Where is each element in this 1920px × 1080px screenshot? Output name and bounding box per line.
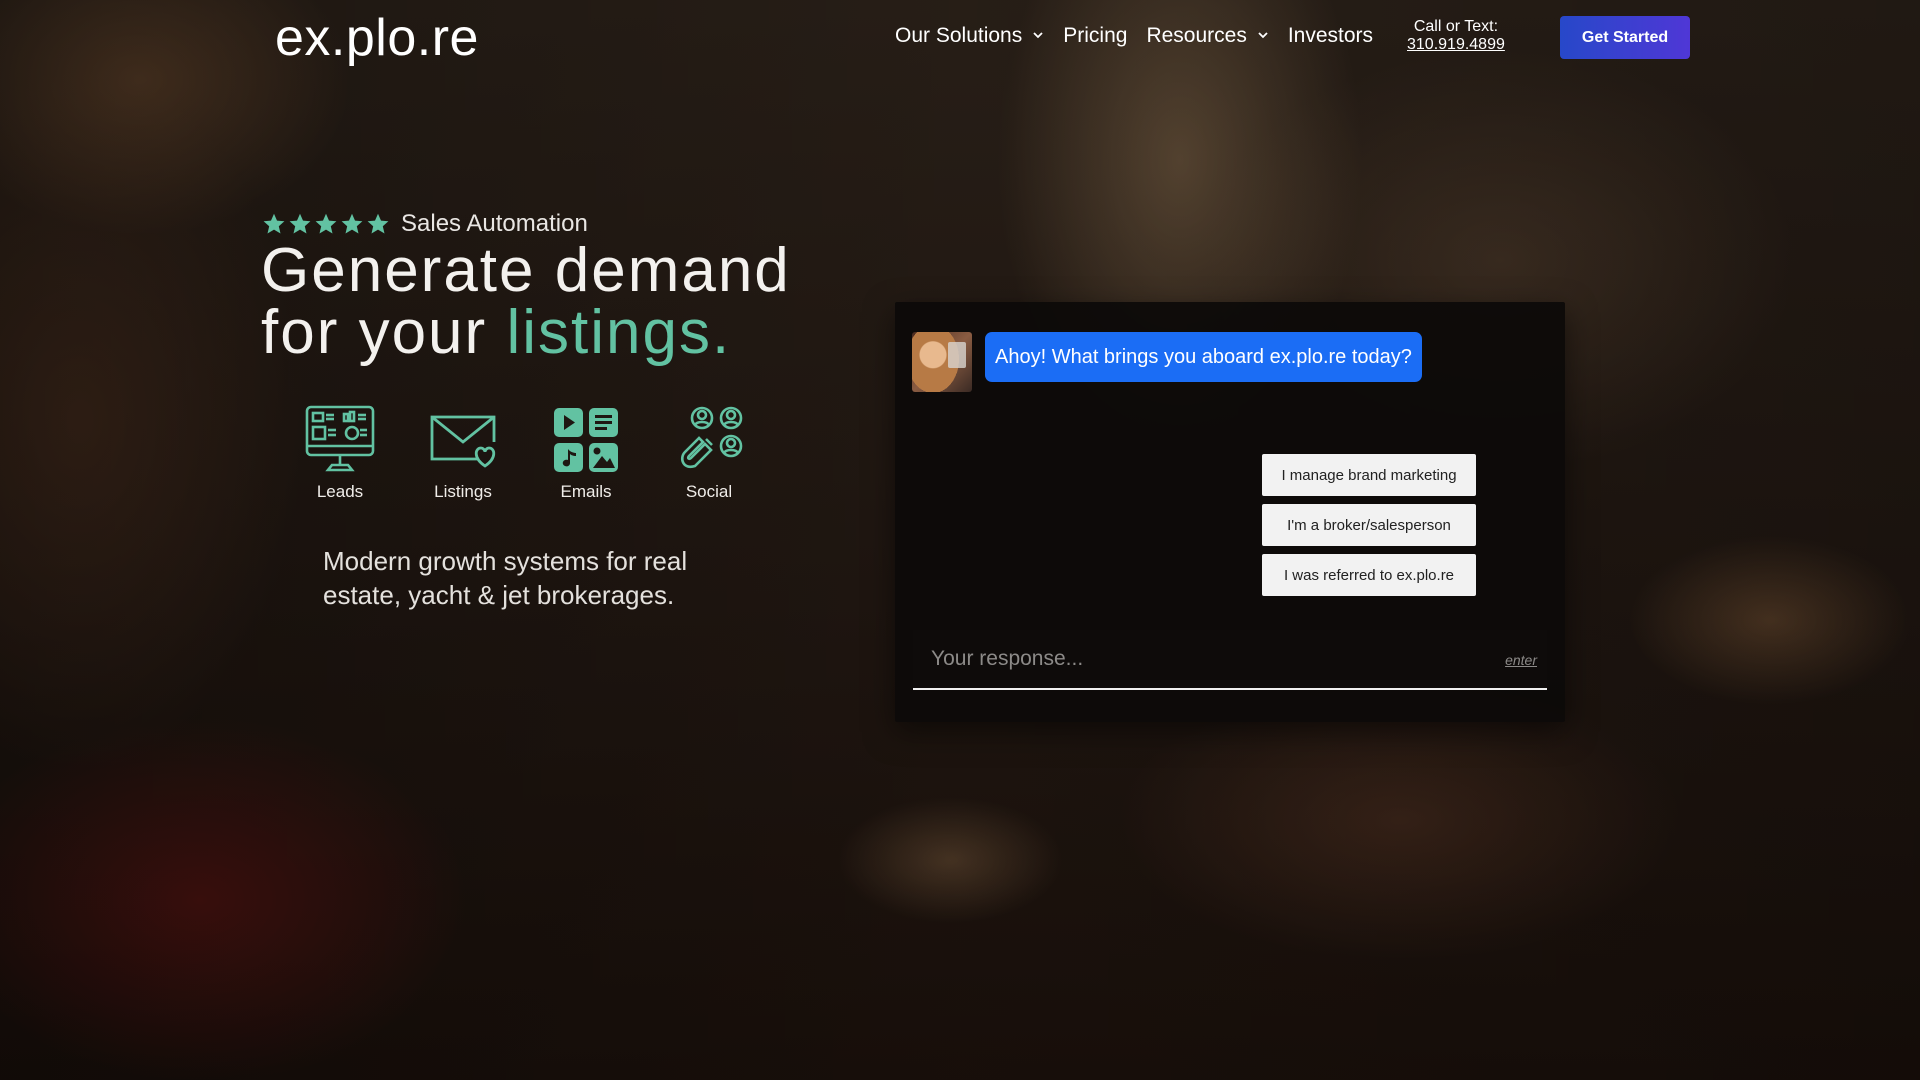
star-icon [341, 213, 363, 234]
chevron-down-icon [1258, 32, 1268, 39]
main-nav: Our Solutions Pricing Resources Investor… [895, 24, 1392, 48]
hero-subcopy: Modern growth systems for real estate, y… [323, 546, 688, 610]
monitor-dashboard-icon [305, 405, 375, 472]
headline-accent: listings. [506, 298, 732, 367]
feature-listings: Listings [423, 404, 503, 502]
feature-label: Leads [316, 482, 364, 501]
get-started-button[interactable]: Get Started [1560, 16, 1690, 59]
media-grid-icon [554, 408, 618, 472]
rating: Sales Automation [262, 210, 588, 238]
nav-label: Our Solutions [895, 24, 1023, 47]
nav-label: Pricing [1063, 24, 1128, 47]
star-rating [262, 212, 392, 236]
feature-label: Listings [434, 482, 492, 501]
rating-label: Sales Automation [401, 210, 588, 237]
site-header: ex.plo.re Our Solutions Pricing Resource… [0, 0, 1920, 76]
option-referred[interactable]: I was referred to ex.plo.re [1262, 554, 1476, 596]
nav-our-solutions[interactable]: Our Solutions [895, 24, 1044, 48]
response-input[interactable] [913, 630, 1493, 688]
call-label: Call or Text: [1413, 18, 1499, 35]
feature-emails: Emails [546, 404, 626, 502]
call-or-text: Call or Text: 310.919.4899 [1407, 18, 1505, 54]
nav-resources[interactable]: Resources [1146, 24, 1268, 48]
feature-leads: Leads [300, 404, 380, 502]
headline-line1: Generate demand [261, 236, 791, 305]
feature-label: Social [685, 482, 733, 501]
chat-options: I manage brand marketing I'm a broker/sa… [1262, 454, 1476, 604]
headline-line2-prefix: for your [261, 298, 488, 367]
nav-pricing[interactable]: Pricing [1063, 24, 1127, 48]
enter-hint[interactable]: enter [1505, 652, 1537, 668]
nav-investors[interactable]: Investors [1288, 24, 1373, 48]
envelope-heart-icon [430, 415, 496, 468]
option-brand-marketing[interactable]: I manage brand marketing [1262, 454, 1476, 496]
star-icon [315, 213, 337, 234]
feature-social: Social [669, 404, 749, 502]
nav-label: Resources [1146, 24, 1247, 47]
star-icon [367, 213, 389, 234]
users-magnet-icon [681, 406, 743, 469]
option-broker-salesperson[interactable]: I'm a broker/salesperson [1262, 504, 1476, 546]
phone-link[interactable]: 310.919.4899 [1407, 36, 1505, 54]
chat-widget: Ahoy! What brings you aboard ex.plo.re t… [895, 302, 1565, 722]
star-icon [263, 213, 285, 234]
feature-label: Emails [560, 482, 612, 501]
hero-headline: Generate demand for your listings. [261, 240, 791, 364]
logo[interactable]: ex.plo.re [275, 8, 479, 68]
chevron-down-icon [1033, 32, 1043, 39]
response-field: enter [913, 630, 1547, 690]
chat-greeting-bubble: Ahoy! What brings you aboard ex.plo.re t… [985, 332, 1422, 382]
agent-avatar [912, 332, 972, 392]
star-icon [289, 213, 311, 234]
feature-icons: Leads Listings Emails Social [300, 404, 792, 502]
nav-label: Investors [1287, 24, 1374, 47]
